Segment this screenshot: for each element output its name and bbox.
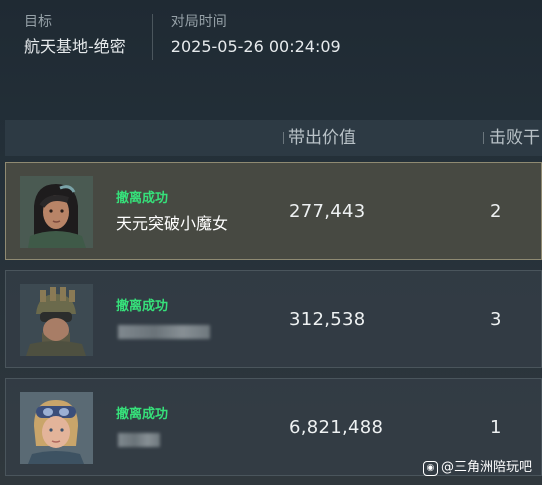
- player-row[interactable]: 撤离成功 天元突破小魔女 277,443 2: [5, 162, 542, 260]
- extracted-value: 312,538: [289, 309, 366, 330]
- redacted-player-name: [118, 325, 210, 339]
- kill-count: 3: [490, 309, 502, 330]
- column-separator: [483, 132, 484, 144]
- watermark: ◉ @三角洲陪玩吧: [422, 459, 532, 477]
- redacted-player-name: [118, 433, 160, 447]
- column-separator: [283, 132, 284, 144]
- match-info: 目标 航天基地-绝密 对局时间 2025-05-26 00:24:09: [24, 12, 341, 62]
- column-header-kills: 击败干: [489, 128, 540, 148]
- player-avatar: [20, 284, 93, 356]
- extracted-value: 277,443: [289, 201, 366, 222]
- operator-portrait-icon: [20, 284, 93, 356]
- column-header-value: 带出价值: [288, 128, 356, 148]
- table-header: 带出价值 击败干: [5, 120, 542, 156]
- time-label: 对局时间: [170, 14, 227, 30]
- watermark-text: @三角洲陪玩吧: [440, 460, 532, 475]
- extraction-status: 撤离成功: [116, 191, 169, 206]
- operator-portrait-icon: [20, 176, 93, 248]
- extraction-status: 撤离成功: [116, 407, 169, 422]
- player-row[interactable]: 撤离成功 312,538 3: [5, 270, 542, 368]
- kill-count: 2: [490, 201, 502, 222]
- info-divider: [151, 14, 153, 60]
- weibo-logo-icon: ◉: [422, 460, 438, 476]
- target-value: 航天基地-绝密: [24, 37, 126, 56]
- extracted-value: 6,821,488: [289, 417, 384, 438]
- time-value: 2025-05-26 00:24:09: [170, 37, 341, 56]
- time-info: 对局时间 2025-05-26 00:24:09: [171, 12, 341, 62]
- target-label: 目标: [24, 14, 52, 30]
- player-avatar: [20, 392, 93, 464]
- extraction-status: 撤离成功: [116, 299, 169, 314]
- player-avatar: [20, 176, 93, 248]
- player-name: 天元突破小魔女: [116, 214, 229, 233]
- kill-count: 1: [490, 417, 502, 438]
- operator-portrait-icon: [20, 392, 93, 464]
- target-info: 目标 航天基地-绝密: [24, 12, 126, 62]
